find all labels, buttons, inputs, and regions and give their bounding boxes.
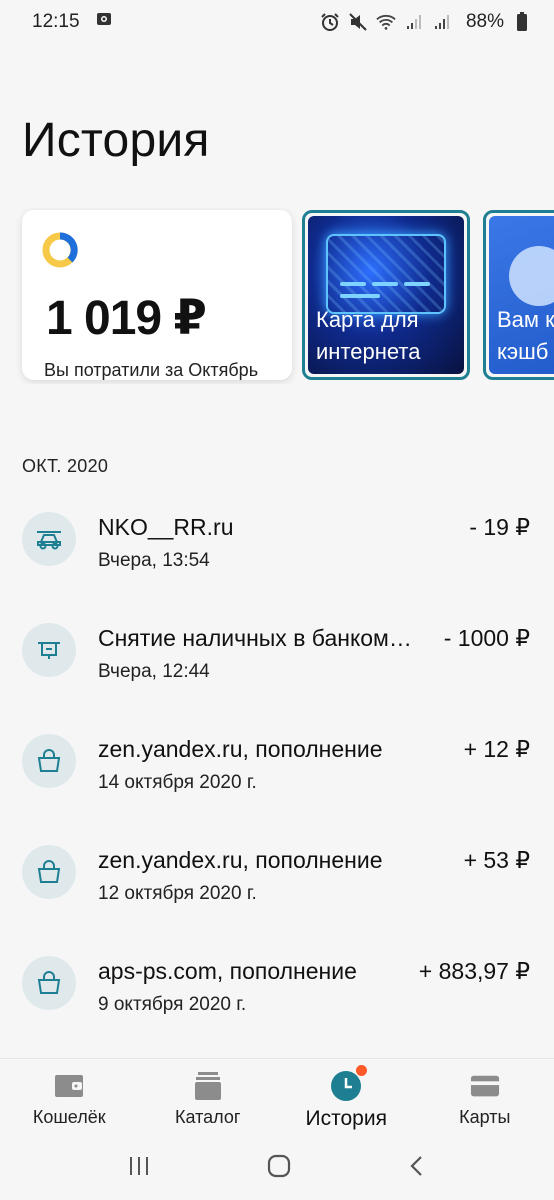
clock-icon <box>331 1065 368 1101</box>
promo-label: Вам к кэшб <box>497 307 554 364</box>
transaction-date: 12 октября 2020 г. <box>98 883 257 904</box>
back-icon[interactable] <box>407 1154 427 1183</box>
mute-icon <box>348 12 368 32</box>
nav-cards[interactable]: Карты <box>416 1059 554 1136</box>
atm-icon <box>22 623 76 677</box>
home-icon[interactable] <box>266 1153 292 1184</box>
card-icon <box>470 1071 500 1101</box>
nav-label: Каталог <box>175 1107 241 1127</box>
system-nav-bar <box>0 1136 554 1200</box>
promo-label: Карта для интернета <box>316 307 421 364</box>
transaction-amount: + 883,97 ₽ <box>418 958 530 984</box>
bottom-nav: Кошелёк Каталог История Карты <box>0 1058 554 1136</box>
transaction-date: Вчера, 13:54 <box>98 550 210 571</box>
card-illustration <box>326 234 446 314</box>
transaction-row[interactable]: zen.yandex.ru, пополнение 14 октября 202… <box>0 722 554 833</box>
transaction-amount: - 1000 ₽ <box>443 625 530 651</box>
wallet-icon <box>54 1071 84 1101</box>
transaction-amount: + 12 ₽ <box>463 736 530 762</box>
transaction-row[interactable]: NKO__RR.ru Вчера, 13:54 - 19 ₽ <box>0 500 554 611</box>
transaction-amount: - 19 ₽ <box>469 514 530 540</box>
cards-carousel[interactable]: 1 019 ₽ Вы потратили за Октябрь Карта дл… <box>0 208 554 384</box>
nav-catalog[interactable]: Каталог <box>139 1059 278 1136</box>
status-time: 12:15 <box>32 11 80 32</box>
nav-wallet[interactable]: Кошелёк <box>0 1059 139 1136</box>
wifi-icon <box>376 12 396 32</box>
signal-icon-2 <box>432 12 452 32</box>
transaction-date: 9 октября 2020 г. <box>98 994 247 1015</box>
nav-label: Кошелёк <box>32 1107 106 1127</box>
donut-chart-icon <box>42 232 78 268</box>
status-bar: 12:15 88% <box>0 0 554 44</box>
transaction-name: NKO__RR.ru <box>98 514 234 540</box>
bag-icon <box>22 734 76 788</box>
promo-card-cashback[interactable]: Вам к кэшб <box>483 210 554 380</box>
month-section-title: ОКТ. 2020 <box>22 456 109 476</box>
bag-icon <box>22 845 76 899</box>
nav-label: Карты <box>459 1107 511 1127</box>
transaction-date: 14 октября 2020 г. <box>98 772 257 793</box>
transaction-name: Снятие наличных в банкомате <box>98 625 423 651</box>
recent-apps-icon[interactable] <box>127 1154 151 1183</box>
spent-amount: 1 019 ₽ <box>46 292 207 345</box>
car-icon <box>22 512 76 566</box>
transaction-list: NKO__RR.ru Вчера, 13:54 - 19 ₽ Снятие на… <box>0 500 554 1055</box>
page-title: История <box>22 114 210 167</box>
transaction-row[interactable]: Снятие наличных в банкомате Вчера, 12:44… <box>0 611 554 722</box>
transaction-name: zen.yandex.ru, пополнение <box>98 847 383 873</box>
spent-caption: Вы потратили за Октябрь <box>44 360 259 380</box>
transaction-row[interactable]: zen.yandex.ru, пополнение 12 октября 202… <box>0 833 554 944</box>
promo-illustration <box>509 246 554 306</box>
camera-icon <box>96 11 112 33</box>
transaction-row[interactable]: aps-ps.com, пополнение 9 октября 2020 г.… <box>0 944 554 1055</box>
spending-summary-card[interactable]: 1 019 ₽ Вы потратили за Октябрь <box>22 210 292 380</box>
nav-label: История <box>305 1107 387 1130</box>
signal-icon <box>404 12 424 32</box>
notification-dot <box>356 1065 368 1076</box>
alarm-icon <box>320 12 340 32</box>
battery-icon <box>512 12 532 32</box>
transaction-name: aps-ps.com, пополнение <box>98 958 357 984</box>
transaction-name: zen.yandex.ru, пополнение <box>98 736 383 762</box>
promo-card-internet[interactable]: Карта для интернета <box>302 210 470 380</box>
transaction-amount: + 53 ₽ <box>463 847 530 873</box>
catalog-icon <box>193 1071 223 1101</box>
battery-percent: 88% <box>465 11 504 32</box>
nav-history[interactable]: История <box>277 1059 416 1136</box>
bag-icon <box>22 956 76 1010</box>
transaction-date: Вчера, 12:44 <box>98 661 210 682</box>
